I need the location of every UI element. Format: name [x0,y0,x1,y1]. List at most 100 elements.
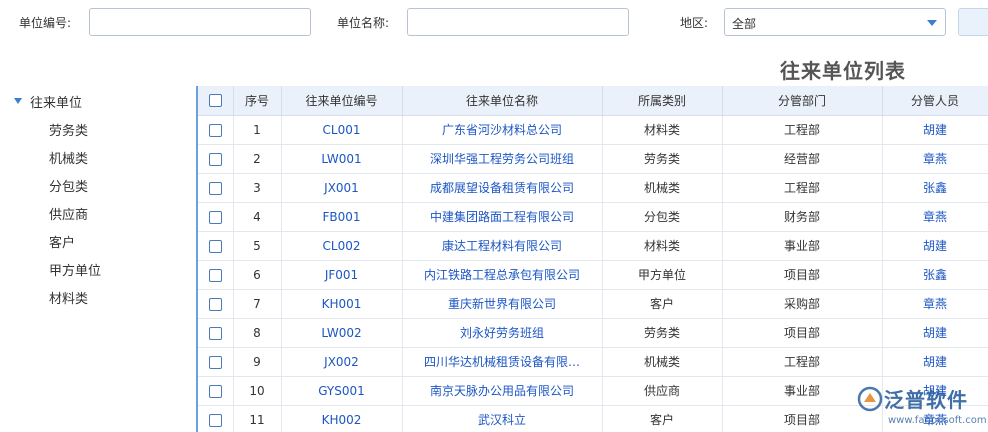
checkbox[interactable] [208,210,222,224]
region-label: 地区: [680,16,709,30]
table-row[interactable]: 8 LW002 刘永好劳务班组 劳务类 项目部 胡建 [198,318,988,348]
cell-person[interactable]: 胡建 [882,115,988,145]
row-checkbox-cell[interactable] [198,202,234,232]
cell-dept: 采购部 [722,289,883,319]
row-checkbox-cell[interactable] [198,260,234,290]
unit-name-label: 单位名称: [337,16,390,30]
row-checkbox-cell[interactable] [198,376,234,406]
checkbox[interactable] [208,152,222,166]
cell-category: 劳务类 [602,318,723,348]
cell-name[interactable]: 中建集团路面工程有限公司 [402,202,603,232]
table-row[interactable]: 4 FB001 中建集团路面工程有限公司 分包类 财务部 章燕 [198,202,988,232]
row-checkbox-cell[interactable] [198,405,234,432]
table-row[interactable]: 3 JX001 成都展望设备租赁有限公司 机械类 工程部 张鑫 [198,173,988,203]
cell-name[interactable]: 康达工程材料有限公司 [402,231,603,261]
header-seq[interactable]: 序号 [233,86,282,116]
cell-code[interactable]: CL001 [281,115,403,145]
unit-code-input[interactable] [89,8,311,36]
checkbox[interactable] [208,94,222,108]
checkbox[interactable] [208,123,222,137]
table-row[interactable]: 6 JF001 内江铁路工程总承包有限公司 甲方单位 项目部 张鑫 [198,260,988,290]
row-checkbox-cell[interactable] [198,144,234,174]
row-checkbox-cell[interactable] [198,289,234,319]
cell-name[interactable]: 南京天脉办公用品有限公司 [402,376,603,406]
tree-item-subcontract[interactable]: 分包类 [49,176,88,195]
tree-root-label: 往来单位 [30,95,83,111]
cell-code[interactable]: GYS001 [281,376,403,406]
cell-person[interactable]: 胡建 [882,347,988,377]
header-dept[interactable]: 分管部门 [722,86,883,116]
unit-name-input[interactable] [407,8,629,36]
cell-person[interactable]: 张鑫 [882,260,988,290]
table-row[interactable]: 2 LW001 深圳华强工程劳务公司班组 劳务类 经营部 章燕 [198,144,988,174]
cell-seq: 6 [233,260,282,290]
checkbox[interactable] [208,326,222,340]
tree-item-customer[interactable]: 客户 [49,232,75,251]
checkbox[interactable] [208,181,222,195]
table-row[interactable]: 5 CL002 康达工程材料有限公司 材料类 事业部 胡建 [198,231,988,261]
region-select[interactable]: 全部 [724,8,946,36]
brand-name: 泛普软件 [884,388,968,412]
brand-url: www.fanpusoft.com [888,415,987,426]
row-checkbox-cell[interactable] [198,231,234,261]
cell-person[interactable]: 章燕 [882,144,988,174]
cell-name[interactable]: 刘永好劳务班组 [402,318,603,348]
expand-triangle-icon[interactable] [14,98,22,104]
tree-item-material[interactable]: 材料类 [49,288,88,307]
cell-name[interactable]: 深圳华强工程劳务公司班组 [402,144,603,174]
cell-name[interactable]: 重庆新世界有限公司 [402,289,603,319]
row-checkbox-cell[interactable] [198,115,234,145]
cell-person[interactable]: 张鑫 [882,173,988,203]
row-checkbox-cell[interactable] [198,347,234,377]
tree-item-machinery[interactable]: 机械类 [49,148,88,167]
cell-code[interactable]: JX001 [281,173,403,203]
cell-name[interactable]: 内江铁路工程总承包有限公司 [402,260,603,290]
cell-name[interactable]: 广东省河沙材料总公司 [402,115,603,145]
checkbox[interactable] [208,355,222,369]
cell-code[interactable]: KH002 [281,405,403,432]
header-category[interactable]: 所属类别 [602,86,723,116]
cell-dept: 事业部 [722,231,883,261]
cell-name[interactable]: 成都展望设备租赁有限公司 [402,173,603,203]
header-person[interactable]: 分管人员 [882,86,988,116]
cell-name[interactable]: 四川华达机械租赁设备有限… [402,347,603,377]
tree-item-party-a[interactable]: 甲方单位 [49,260,101,279]
table-row[interactable]: 9 JX002 四川华达机械租赁设备有限… 机械类 工程部 胡建 [198,347,988,377]
cell-code[interactable]: LW001 [281,144,403,174]
header-code[interactable]: 往来单位编号 [281,86,403,116]
table-row[interactable]: 7 KH001 重庆新世界有限公司 客户 采购部 章燕 [198,289,988,319]
cell-code[interactable]: FB001 [281,202,403,232]
header-select-all[interactable] [198,86,234,116]
category-tree: 往来单位 劳务类 机械类 分包类 供应商 客户 甲方单位 材料类 [0,86,196,432]
cell-code[interactable]: LW002 [281,318,403,348]
cell-code[interactable]: KH001 [281,289,403,319]
tree-item-supplier[interactable]: 供应商 [49,204,88,223]
region-selected-value: 全部 [732,17,757,31]
cell-person[interactable]: 胡建 [882,231,988,261]
cell-code[interactable]: CL002 [281,231,403,261]
checkbox[interactable] [208,297,222,311]
cell-category: 客户 [602,289,723,319]
cell-dept: 经营部 [722,144,883,174]
search-bar: 单位编号: 单位名称: 地区: 全部 [0,0,988,44]
checkbox[interactable] [208,413,222,427]
cell-person[interactable]: 章燕 [882,202,988,232]
cell-person[interactable]: 章燕 [882,289,988,319]
table-row[interactable]: 1 CL001 广东省河沙材料总公司 材料类 工程部 胡建 [198,115,988,145]
row-checkbox-cell[interactable] [198,318,234,348]
cell-code[interactable]: JX002 [281,347,403,377]
row-checkbox-cell[interactable] [198,173,234,203]
units-table: 序号 往来单位编号 往来单位名称 所属类别 分管部门 分管人员 1 CL001 广东… [198,86,988,432]
checkbox[interactable] [208,239,222,253]
checkbox[interactable] [208,384,222,398]
brand-watermark: 泛普软件 www.fanpusoft.com [852,383,988,432]
search-button[interactable] [958,8,988,36]
cell-name[interactable]: 武汉科立 [402,405,603,432]
header-name[interactable]: 往来单位名称 [402,86,603,116]
tree-root-node[interactable]: 往来单位 [14,92,83,111]
tree-item-labor[interactable]: 劳务类 [49,120,88,139]
cell-person[interactable]: 胡建 [882,318,988,348]
unit-code-label: 单位编号: [19,16,72,30]
checkbox[interactable] [208,268,222,282]
cell-code[interactable]: JF001 [281,260,403,290]
